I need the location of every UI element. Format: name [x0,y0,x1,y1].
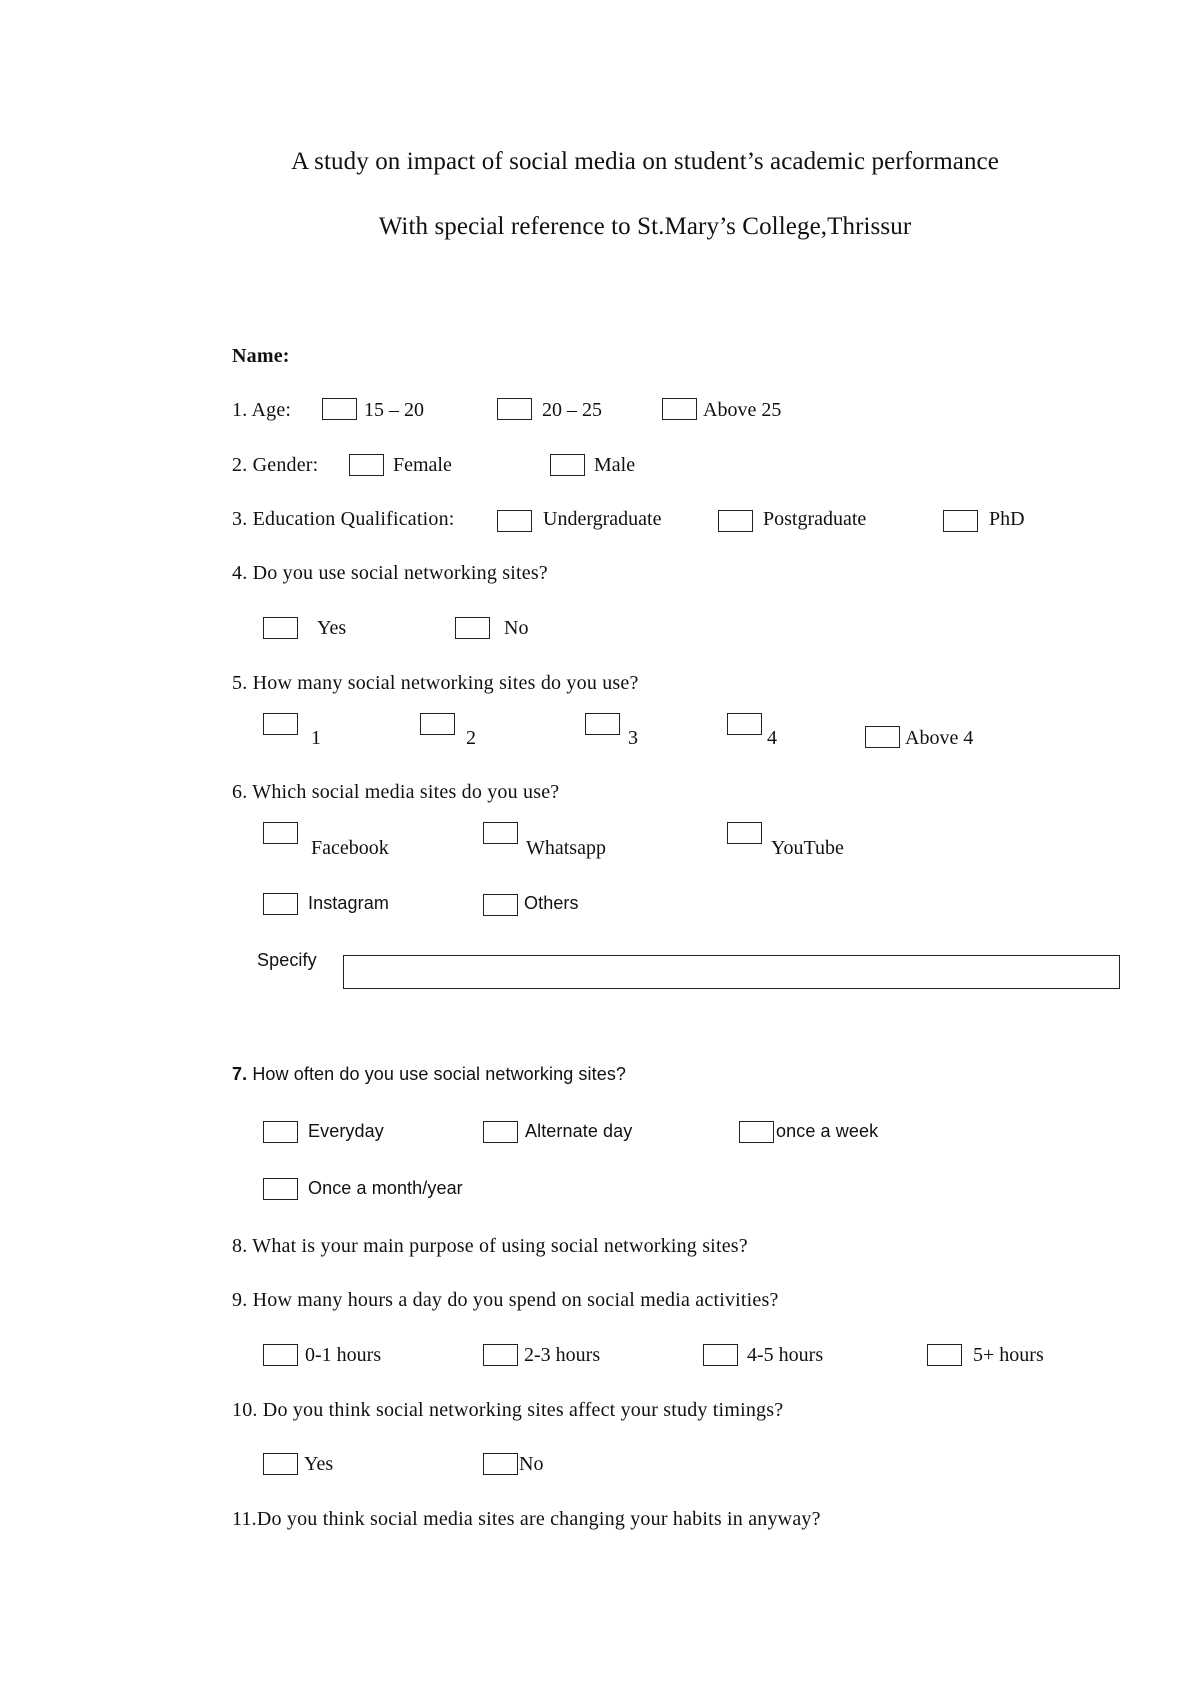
checkbox-sites-3[interactable] [585,713,620,735]
document-title: A study on impact of social media on stu… [291,148,999,175]
checkbox-phd[interactable] [943,510,978,532]
option-label: Everyday [308,1121,384,1141]
option-label: 2 [466,727,476,749]
option-label: No [504,617,529,639]
checkbox-sites-4[interactable] [727,713,762,735]
option-label: 5+ hours [973,1344,1044,1366]
checkbox-sites-2[interactable] [420,713,455,735]
checkbox-male[interactable] [550,454,585,476]
checkbox-use-sns-yes[interactable] [263,617,298,639]
option-label: No [519,1453,544,1475]
checkbox-postgraduate[interactable] [718,510,753,532]
checkbox-age-above-25[interactable] [662,398,697,420]
option-label: YouTube [771,837,844,859]
checkbox-alternate-day[interactable] [483,1121,518,1143]
checkbox-everyday[interactable] [263,1121,298,1143]
checkbox-once-a-month-year[interactable] [263,1178,298,1200]
option-label: 4 [767,727,777,749]
question-number: 7. [232,1064,248,1084]
checkbox-instagram[interactable] [263,893,298,915]
checkbox-once-a-week[interactable] [739,1121,774,1143]
checkbox-age-20-25[interactable] [497,398,532,420]
option-label: Undergraduate [543,508,662,530]
option-label: 3 [628,727,638,749]
checkbox-sites-1[interactable] [263,713,298,735]
checkbox-age-15-20[interactable] [322,398,357,420]
checkbox-youtube[interactable] [727,822,762,844]
question-use-sns: 4. Do you use social networking sites? [232,562,548,584]
checkbox-whatsapp[interactable] [483,822,518,844]
option-label: Whatsapp [526,837,606,859]
option-label: 4-5 hours [747,1344,824,1366]
question-main-purpose: 8. What is your main purpose of using so… [232,1235,748,1257]
name-label: Name: [232,345,290,367]
option-label: Above 4 [905,727,974,749]
checkbox-facebook[interactable] [263,822,298,844]
option-label: Facebook [311,837,389,859]
checkbox-study-timings-no[interactable] [483,1453,518,1475]
question-how-often: 7. How often do you use social networkin… [232,1064,626,1085]
checkbox-5-plus-hours[interactable] [927,1344,962,1366]
checkbox-undergraduate[interactable] [497,510,532,532]
question-age: 1. Age: [232,399,292,421]
option-label: Yes [304,1453,334,1475]
option-label: Alternate day [525,1121,633,1141]
document-subtitle: With special reference to St.Mary’s Coll… [378,213,912,240]
question-gender: 2. Gender: [232,454,319,476]
option-label: Postgraduate [763,508,867,530]
question-hours-per-day: 9. How many hours a day do you spend on … [232,1289,779,1311]
question-how-many-sites: 5. How many social networking sites do y… [232,672,639,694]
option-label: Instagram [308,893,389,913]
option-label: Others [524,893,579,913]
option-label: Once a month/year [308,1178,463,1198]
checkbox-4-5-hours[interactable] [703,1344,738,1366]
checkbox-sites-above-4[interactable] [865,726,900,748]
option-label: 1 [311,727,321,749]
option-label: PhD [989,508,1025,530]
option-label: Above 25 [703,399,782,421]
checkbox-study-timings-yes[interactable] [263,1453,298,1475]
checkbox-use-sns-no[interactable] [455,617,490,639]
option-label: 15 – 20 [364,399,424,421]
question-changing-habits: 11.Do you think social media sites are c… [232,1508,821,1530]
checkbox-others[interactable] [483,894,518,916]
checkbox-2-3-hours[interactable] [483,1344,518,1366]
option-label: Male [594,454,636,476]
question-education: 3. Education Qualification: [232,508,455,530]
question-text: How often do you use social networking s… [252,1064,627,1084]
option-label: 2-3 hours [524,1344,601,1366]
option-label: 20 – 25 [542,399,602,421]
checkbox-female[interactable] [349,454,384,476]
question-study-timings: 10. Do you think social networking sites… [232,1399,784,1421]
specify-input[interactable] [343,955,1120,989]
option-label: once a week [776,1121,879,1141]
option-label: Female [393,454,452,476]
question-which-sites: 6. Which social media sites do you use? [232,781,560,803]
option-label: Yes [317,617,347,639]
checkbox-0-1-hours[interactable] [263,1344,298,1366]
specify-label: Specify [257,950,317,970]
option-label: 0-1 hours [305,1344,382,1366]
